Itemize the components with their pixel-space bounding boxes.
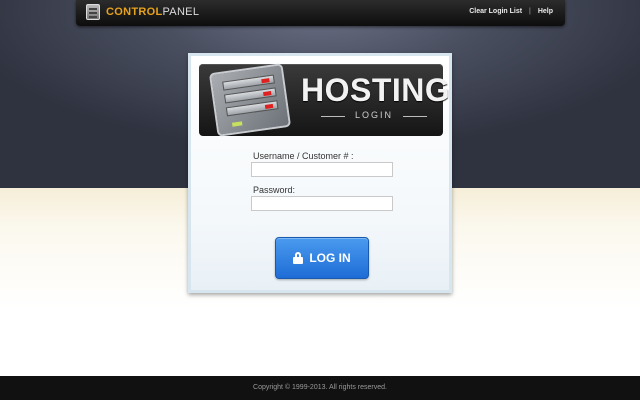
footer: Copyright © 1999-2013. All rights reserv… [0, 376, 640, 400]
banner-title: HOSTING [301, 72, 451, 108]
password-label: Password: [253, 185, 296, 195]
banner-subtitle: LOGIN [319, 110, 429, 120]
top-bar: CONTROLPANEL Clear Login List | Help [76, 0, 565, 26]
copyright-text: Copyright © 1999-2013. All rights reserv… [253, 384, 387, 391]
login-button-label: LOG IN [309, 251, 351, 265]
server-rack-icon [208, 63, 292, 137]
server-icon [86, 4, 100, 20]
help-link[interactable]: Help [538, 8, 553, 15]
logo-part-control: CONTROL [106, 6, 163, 18]
login-button[interactable]: LOG IN [275, 237, 369, 279]
hosting-banner: HOSTING LOGIN [199, 63, 450, 137]
clear-login-list-link[interactable]: Clear Login List [469, 8, 522, 15]
username-input[interactable] [251, 162, 393, 177]
login-panel: HOSTING LOGIN Username / Customer # : Pa… [188, 53, 452, 293]
top-links: Clear Login List | Help [469, 8, 553, 15]
lock-icon [293, 252, 304, 264]
logo: CONTROLPANEL [106, 6, 199, 18]
link-separator: | [529, 8, 531, 15]
logo-part-panel: PANEL [162, 6, 200, 18]
username-label: Username / Customer # : [253, 151, 354, 161]
password-input[interactable] [251, 196, 393, 211]
